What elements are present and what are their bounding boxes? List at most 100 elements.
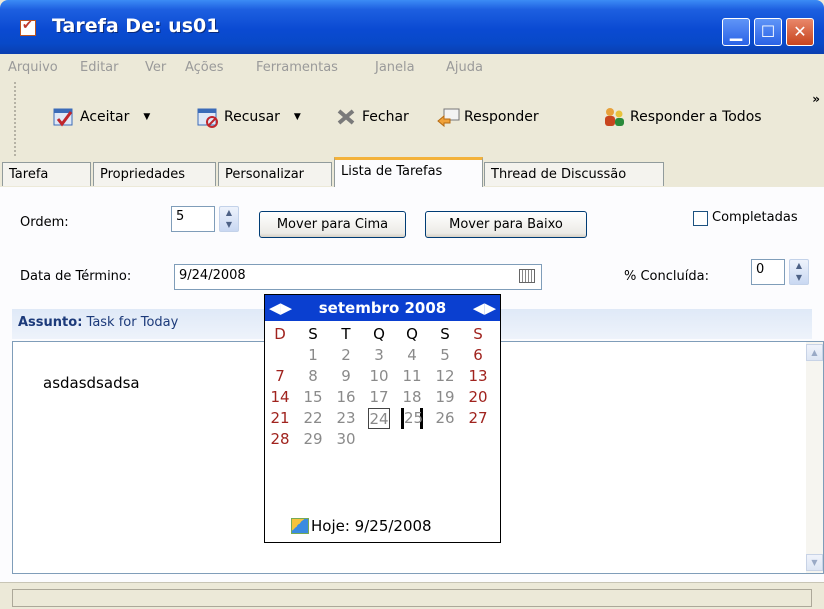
close-task-button[interactable]: Fechar [334,104,409,130]
completed-checkbox[interactable] [693,211,708,226]
calendar-day[interactable]: 15 [302,387,324,408]
calendar-day-selected[interactable]: 24 [368,408,390,429]
menu-arquivo[interactable]: Arquivo [8,60,58,75]
calendar-day[interactable]: 9 [335,366,357,387]
calendar-day[interactable]: 4 [401,345,423,366]
minimize-button[interactable]: ▁ [722,18,750,46]
tab-propriedades[interactable]: Propriedades [93,162,216,186]
decline-dropdown-icon[interactable]: ▼ [294,112,301,122]
toolbar-overflow-icon[interactable]: » [812,92,820,106]
menu-ferramentas[interactable]: Ferramentas [256,60,338,75]
calendar-day[interactable]: 8 [302,366,324,387]
calendar-day[interactable]: 2 [335,345,357,366]
calendar-day[interactable]: 22 [302,408,324,429]
calendar-day[interactable]: 5 [434,345,456,366]
accept-dropdown-icon[interactable]: ▼ [143,112,150,122]
calendar-day[interactable]: 21 [269,408,291,429]
calendar-day[interactable]: 14 [269,387,291,408]
calendar-day[interactable]: 17 [368,387,390,408]
scroll-down-icon[interactable]: ▼ [806,554,823,571]
reply-button[interactable]: Responder [436,104,539,130]
scroll-up-icon[interactable]: ▲ [806,344,823,361]
order-input[interactable]: 5 [171,206,215,232]
weekday-header: Q [406,325,418,343]
calendar-day[interactable]: 19 [434,387,456,408]
subject-value: Task for Today [86,315,179,330]
weekday-header: S [440,325,450,343]
calendar-day-today[interactable]: 25 [401,408,423,429]
close-label: Fechar [362,109,409,125]
menu-acoes[interactable]: Ações [185,60,224,75]
reply-all-button[interactable]: Responder a Todos [602,104,762,130]
menu-editar[interactable]: Editar [80,60,119,75]
calendar-day[interactable]: 29 [302,429,324,450]
accept-button[interactable]: Aceitar ▼ [52,104,150,130]
percent-spinner[interactable]: ▲ ▼ [789,259,809,285]
calendar-day[interactable]: 27 [467,408,489,429]
reply-label: Responder [464,109,539,125]
tab-personalizar[interactable]: Personalizar [218,162,332,186]
calendar-day[interactable]: 6 [467,345,489,366]
tab-tarefa[interactable]: Tarefa [2,162,91,186]
completed-label: Completadas [712,210,798,225]
percent-complete-input[interactable]: 0 [751,259,785,285]
calendar-day[interactable]: 18 [401,387,423,408]
title-bar[interactable]: Tarefa De: us01 ▁ ☐ ✕ [0,0,824,54]
calendar-day[interactable]: 7 [269,366,291,387]
due-date-value: 9/24/2008 [179,268,246,283]
calendar-day[interactable]: 16 [335,387,357,408]
calendar-day[interactable]: 20 [467,387,489,408]
move-up-button[interactable]: Mover para Cima [259,211,406,238]
calendar-day[interactable]: 3 [368,345,390,366]
toolbar: Aceitar ▼ Recusar ▼ Fechar Responder Res… [14,82,822,156]
order-label: Ordem: [20,215,69,230]
calendar-day[interactable]: 12 [434,366,456,387]
reply-icon [436,105,460,129]
weekday-header: S [308,325,318,343]
calendar-day[interactable]: 11 [401,366,423,387]
reply-all-label: Responder a Todos [630,109,762,125]
weekday-header: T [341,325,351,343]
due-date-input[interactable]: 9/24/2008 [174,264,542,290]
order-spinner[interactable]: ▲ ▼ [219,206,239,232]
next-month-icon[interactable]: ◀▶ [473,295,496,321]
date-picker-popup[interactable]: setembro 2008 ◀▶ ◀▶ D S T Q Q S S 1 2 3 4 5 6 7 8 9 10 11… [264,294,501,543]
prev-month-icon[interactable]: ◀▶ [269,295,292,321]
weekday-header: D [274,325,286,343]
due-date-label: Data de Término: [20,269,132,284]
calendar-day[interactable]: 28 [269,429,291,450]
menu-ajuda[interactable]: Ajuda [446,60,483,75]
task-window: Tarefa De: us01 ▁ ☐ ✕ Arquivo Editar Ver… [0,0,824,609]
subject-label: Assunto: [18,315,83,330]
move-down-button[interactable]: Mover para Baixo [425,211,587,238]
task-app-icon [20,18,36,36]
calendar-day[interactable]: 13 [467,366,489,387]
calendar-day[interactable]: 10 [368,366,390,387]
tab-thread-discussao[interactable]: Thread de Discussão [484,162,664,186]
today-label: Hoje: 9/25/2008 [311,517,432,535]
calendar-day[interactable]: 1 [302,345,324,366]
calendar-icon[interactable] [519,269,535,283]
body-text: asdasdsadsa [43,374,140,392]
vertical-scrollbar[interactable]: ▲ ▼ [806,342,823,573]
window-title: Tarefa De: us01 [52,15,220,37]
menu-ver[interactable]: Ver [145,60,166,75]
tab-strip: Tarefa Propriedades Personalizar Thread … [0,156,824,188]
calendar-day[interactable]: 23 [335,408,357,429]
maximize-button[interactable]: ☐ [754,18,782,46]
percent-complete-label: % Concluída: [624,269,709,284]
calendar-day[interactable]: 30 [335,429,357,450]
tab-lista-de-tarefas[interactable]: Lista de Tarefas [334,157,483,187]
menu-janela[interactable]: Janela [375,60,415,75]
calendar-header: setembro 2008 [265,295,500,321]
weekday-header: S [473,325,483,343]
reply-all-people-icon [602,105,626,129]
decline-label: Recusar [224,109,280,125]
today-link[interactable]: Hoje: 9/25/2008 [291,517,432,535]
status-bar-pane [12,589,812,607]
menu-bar: Arquivo Editar Ver Ações Ferramentas Jan… [0,54,824,82]
calendar-day[interactable]: 26 [434,408,456,429]
decline-button[interactable]: Recusar ▼ [196,104,301,130]
decline-icon [196,105,220,129]
close-window-button[interactable]: ✕ [786,18,814,46]
